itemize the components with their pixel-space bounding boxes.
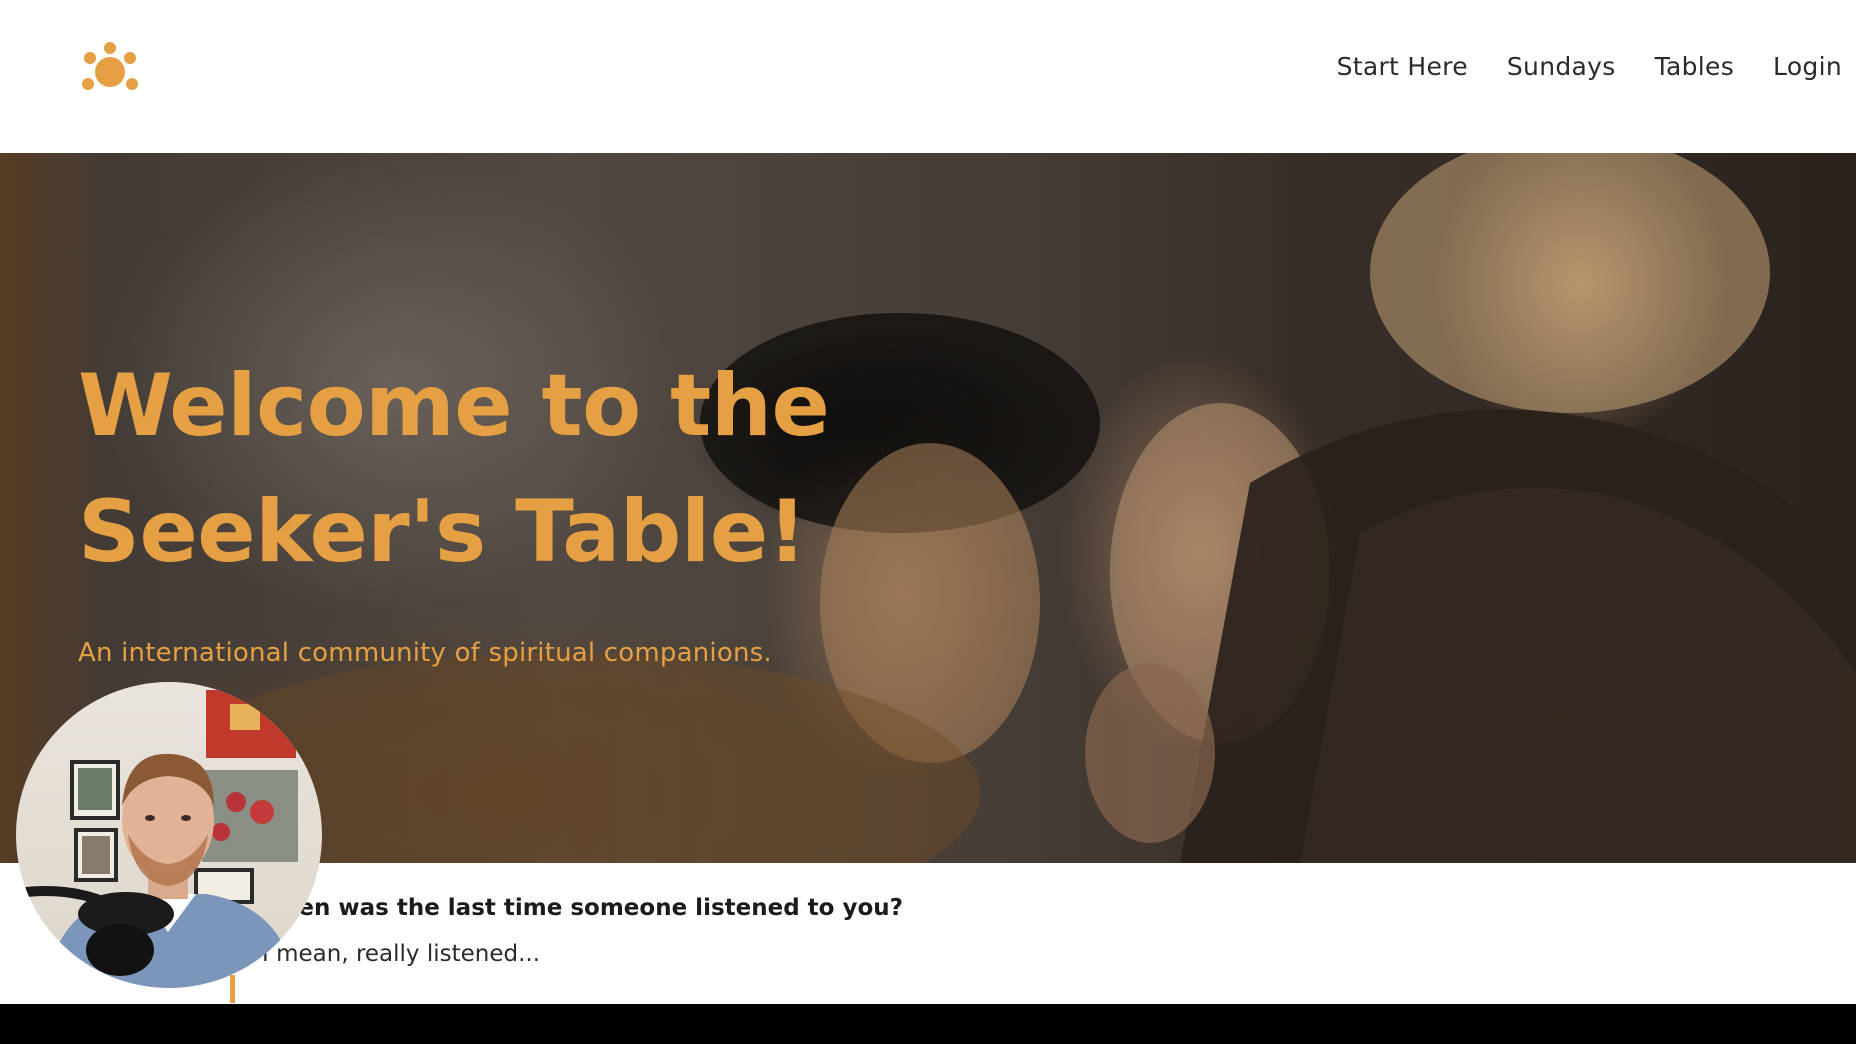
nav-sundays[interactable]: Sundays (1507, 52, 1616, 81)
nav-start-here[interactable]: Start Here (1337, 52, 1468, 81)
accent-divider (230, 975, 235, 1003)
site-header: Start Here Sundays Tables Login (0, 0, 1856, 153)
presenter-video-icon (16, 682, 322, 988)
bottom-letterbox-bar (0, 1004, 1856, 1044)
hero-subtitle: An international community of spiritual … (78, 638, 772, 668)
nav-tables[interactable]: Tables (1655, 52, 1734, 81)
hero-title-line1: Welcome to the (78, 356, 830, 456)
nav-login[interactable]: Login (1773, 52, 1842, 81)
intro-answer: I mean, really listened... (262, 941, 541, 967)
intro-question: hen was the last time someone listened t… (282, 895, 903, 921)
sun-dots-icon[interactable] (80, 42, 140, 102)
main-nav: Start Here Sundays Tables Login (1337, 52, 1842, 81)
hero-title: Welcome to the Seeker's Table! (78, 343, 998, 595)
hero-title-line2: Seeker's Table! (78, 482, 807, 582)
